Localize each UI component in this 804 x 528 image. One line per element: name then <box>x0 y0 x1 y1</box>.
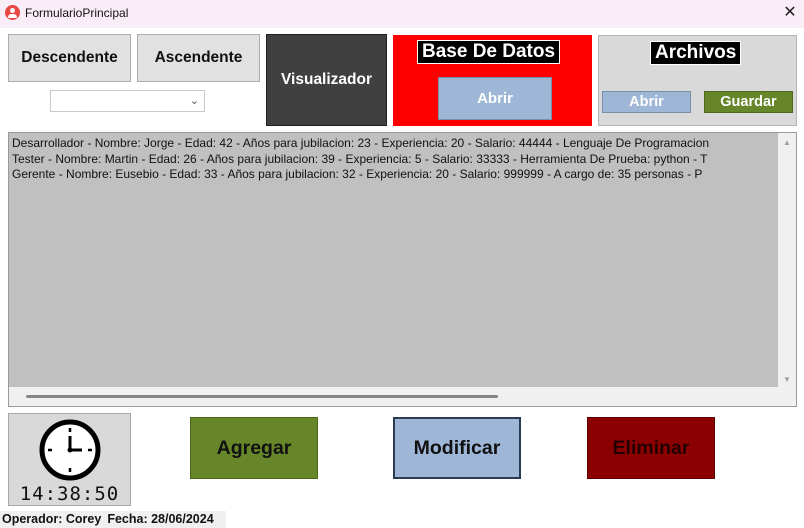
delete-button[interactable]: Eliminar <box>587 417 715 479</box>
title-bar: FormularioPrincipal ✕ <box>0 0 804 28</box>
modify-button[interactable]: Modificar <box>393 417 521 479</box>
files-open-button[interactable]: Abrir <box>602 91 691 113</box>
files-title: Archivos <box>650 41 742 65</box>
sort-descending-button[interactable]: Descendente <box>8 34 131 82</box>
database-open-button[interactable]: Abrir <box>438 77 552 120</box>
add-button[interactable]: Agregar <box>190 417 318 479</box>
status-bar: Operador: Corey Fecha: 28/06/2024 <box>0 511 226 528</box>
employee-listbox[interactable]: Desarrollador - Nombre: Jorge - Edad: 42… <box>8 132 797 407</box>
sort-combobox[interactable]: ⌄ <box>50 90 205 112</box>
window-title: FormularioPrincipal <box>25 6 129 20</box>
clock-panel: 14:38:50 <box>8 413 131 506</box>
database-panel: Base De Datos Abrir <box>393 35 592 126</box>
chevron-down-icon: ⌄ <box>189 95 199 107</box>
database-title: Base De Datos <box>417 40 561 64</box>
files-panel: Archivos Abrir Guardar <box>598 35 797 126</box>
list-item[interactable]: Gerente - Nombre: Eusebio - Edad: 33 - A… <box>12 167 777 183</box>
sort-ascending-button[interactable]: Ascendente <box>137 34 260 82</box>
list-item[interactable]: Tester - Nombre: Martin - Edad: 26 - Año… <box>12 152 777 168</box>
status-date: Fecha: 28/06/2024 <box>107 512 214 526</box>
horizontal-scrollbar[interactable] <box>9 387 796 406</box>
list-rows: Desarrollador - Nombre: Jorge - Edad: 42… <box>12 136 777 183</box>
list-item[interactable]: Desarrollador - Nombre: Jorge - Edad: 42… <box>12 136 777 152</box>
close-button[interactable]: ✕ <box>776 0 804 28</box>
user-icon <box>5 5 20 20</box>
clock-time: 14:38:50 <box>19 483 120 505</box>
viewer-button[interactable]: Visualizador <box>266 34 387 126</box>
horizontal-scroll-thumb[interactable] <box>26 395 498 398</box>
scroll-up-arrow-icon[interactable]: ▲ <box>778 138 796 147</box>
scroll-down-arrow-icon[interactable]: ▼ <box>778 375 796 384</box>
files-save-button[interactable]: Guardar <box>704 91 793 113</box>
main-form: Descendente Ascendente ⌄ Visualizador Ba… <box>0 28 804 528</box>
vertical-scrollbar[interactable]: ▲ ▼ <box>778 133 796 388</box>
clock-icon <box>39 419 101 481</box>
status-operator: Operador: Corey <box>2 512 102 526</box>
